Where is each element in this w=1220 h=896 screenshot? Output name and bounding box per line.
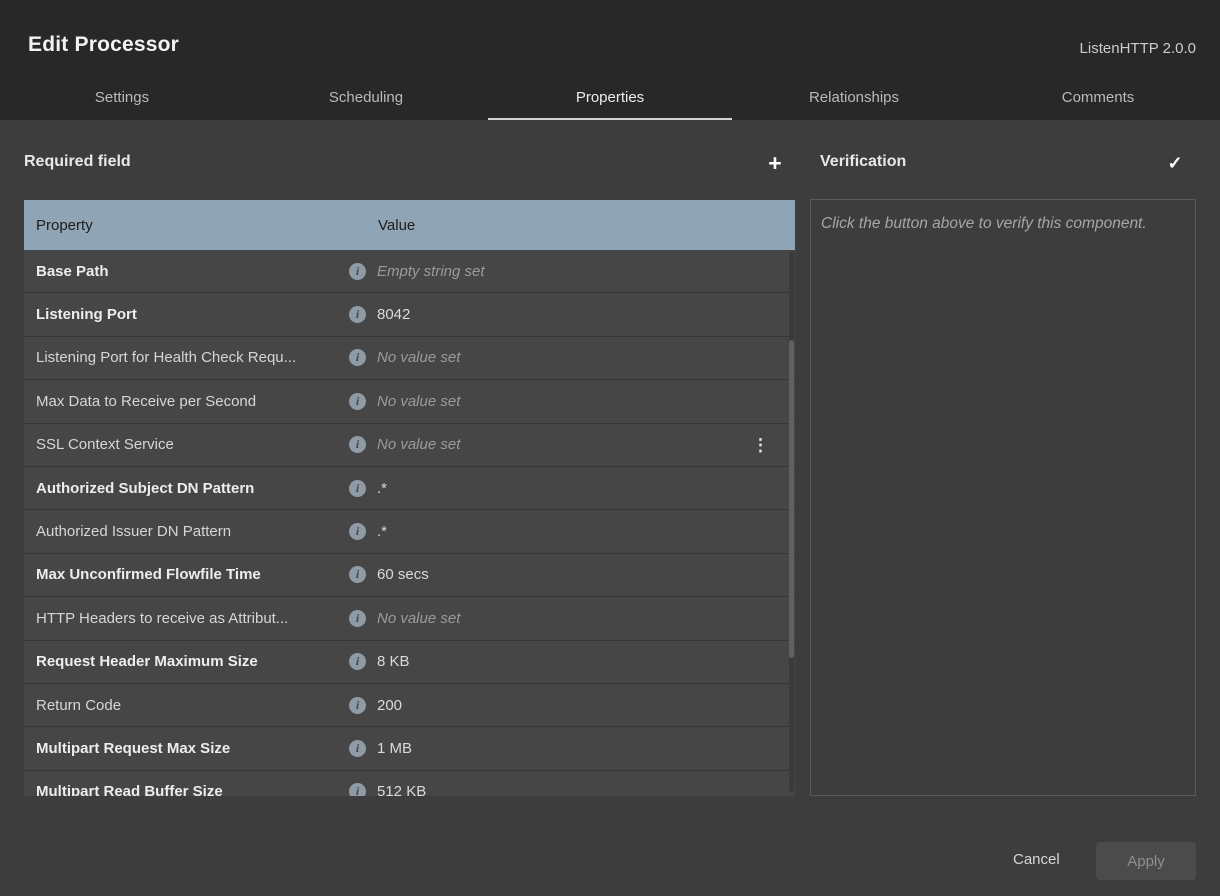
table-row[interactable]: Multipart Read Buffer Size i 512 KB: [24, 771, 795, 796]
table-row[interactable]: Listening Port i 8042: [24, 293, 795, 336]
table-row[interactable]: Base Path i Empty string set: [24, 250, 795, 293]
table-row[interactable]: Request Header Maximum Size i 8 KB: [24, 641, 795, 684]
property-name: Max Unconfirmed Flowfile Time: [24, 566, 349, 583]
add-property-button[interactable]: +: [760, 148, 790, 178]
property-info-icon[interactable]: i: [349, 480, 366, 497]
property-info-icon[interactable]: i: [349, 306, 366, 323]
verification-message: Click the button above to verify this co…: [821, 212, 1185, 236]
property-value[interactable]: No value set: [377, 610, 460, 627]
property-info-icon[interactable]: i: [349, 610, 366, 627]
table-scrollbar[interactable]: [789, 252, 794, 792]
properties-table: Property Value Base Path i Empty string …: [24, 200, 795, 796]
table-row[interactable]: Max Unconfirmed Flowfile Time i 60 secs: [24, 554, 795, 597]
table-row[interactable]: Return Code i 200: [24, 684, 795, 727]
row-menu-icon[interactable]: ⋮: [752, 436, 769, 453]
apply-button[interactable]: Apply: [1096, 842, 1196, 880]
property-value[interactable]: 8 KB: [377, 653, 410, 670]
property-info-icon[interactable]: i: [349, 566, 366, 583]
column-header-value: Value: [376, 217, 415, 234]
required-field-heading: Required field: [24, 153, 131, 171]
property-name: Multipart Request Max Size: [24, 740, 349, 757]
verification-heading: Verification: [820, 153, 906, 171]
property-value[interactable]: Empty string set: [377, 263, 485, 280]
property-value[interactable]: 1 MB: [377, 740, 412, 757]
property-info-icon[interactable]: i: [349, 349, 366, 366]
cancel-button[interactable]: Cancel: [1013, 851, 1060, 868]
tab-settings[interactable]: Settings: [0, 74, 244, 120]
property-value[interactable]: 60 secs: [377, 566, 429, 583]
dialog-header: Edit Processor ListenHTTP 2.0.0 Settings…: [0, 0, 1220, 120]
column-header-property: Property: [24, 217, 376, 234]
check-icon: ✓: [1167, 153, 1182, 174]
table-scrollbar-thumb[interactable]: [789, 340, 794, 658]
verify-button[interactable]: ✓: [1160, 149, 1190, 177]
property-info-icon[interactable]: i: [349, 263, 366, 280]
table-row[interactable]: Authorized Subject DN Pattern i .*: [24, 467, 795, 510]
property-value[interactable]: 8042: [377, 306, 410, 323]
property-value[interactable]: 512 KB: [377, 783, 426, 796]
property-name: HTTP Headers to receive as Attribut...: [24, 610, 349, 627]
table-row[interactable]: Listening Port for Health Check Requ... …: [24, 337, 795, 380]
property-name: Authorized Issuer DN Pattern: [24, 523, 349, 540]
property-name: SSL Context Service: [24, 436, 349, 453]
tab-comments[interactable]: Comments: [976, 74, 1220, 120]
property-info-icon[interactable]: i: [349, 436, 366, 453]
tab-scheduling[interactable]: Scheduling: [244, 74, 488, 120]
table-row[interactable]: Max Data to Receive per Second i No valu…: [24, 380, 795, 423]
table-row[interactable]: Multipart Request Max Size i 1 MB: [24, 727, 795, 770]
dialog-title: Edit Processor: [28, 33, 179, 57]
property-name: Multipart Read Buffer Size: [24, 783, 349, 796]
property-value[interactable]: No value set: [377, 393, 460, 410]
property-info-icon[interactable]: i: [349, 697, 366, 714]
property-value[interactable]: No value set: [377, 349, 460, 366]
verification-panel: Click the button above to verify this co…: [810, 199, 1196, 796]
property-name: Authorized Subject DN Pattern: [24, 480, 349, 497]
processor-type-version: ListenHTTP 2.0.0: [1080, 40, 1196, 57]
tab-properties[interactable]: Properties: [488, 74, 732, 120]
tab-bar: Settings Scheduling Properties Relations…: [0, 74, 1220, 120]
table-row[interactable]: SSL Context Service i No value set ⋮: [24, 424, 795, 467]
property-value[interactable]: .*: [377, 523, 387, 540]
plus-icon: +: [768, 150, 781, 177]
properties-table-header: Property Value: [24, 200, 795, 250]
property-info-icon[interactable]: i: [349, 523, 366, 540]
property-name: Listening Port for Health Check Requ...: [24, 349, 349, 366]
property-info-icon[interactable]: i: [349, 783, 366, 796]
property-name: Return Code: [24, 697, 349, 714]
property-name: Base Path: [24, 263, 349, 280]
property-value[interactable]: .*: [377, 480, 387, 497]
property-info-icon[interactable]: i: [349, 740, 366, 757]
properties-table-body: Base Path i Empty string set Listening P…: [24, 250, 795, 796]
property-info-icon[interactable]: i: [349, 393, 366, 410]
property-name: Request Header Maximum Size: [24, 653, 349, 670]
table-row[interactable]: Authorized Issuer DN Pattern i .*: [24, 510, 795, 553]
property-name: Max Data to Receive per Second: [24, 393, 349, 410]
tab-relationships[interactable]: Relationships: [732, 74, 976, 120]
property-info-icon[interactable]: i: [349, 653, 366, 670]
property-name: Listening Port: [24, 306, 349, 323]
property-value[interactable]: 200: [377, 697, 402, 714]
property-value[interactable]: No value set: [377, 436, 460, 453]
table-row[interactable]: HTTP Headers to receive as Attribut... i…: [24, 597, 795, 640]
